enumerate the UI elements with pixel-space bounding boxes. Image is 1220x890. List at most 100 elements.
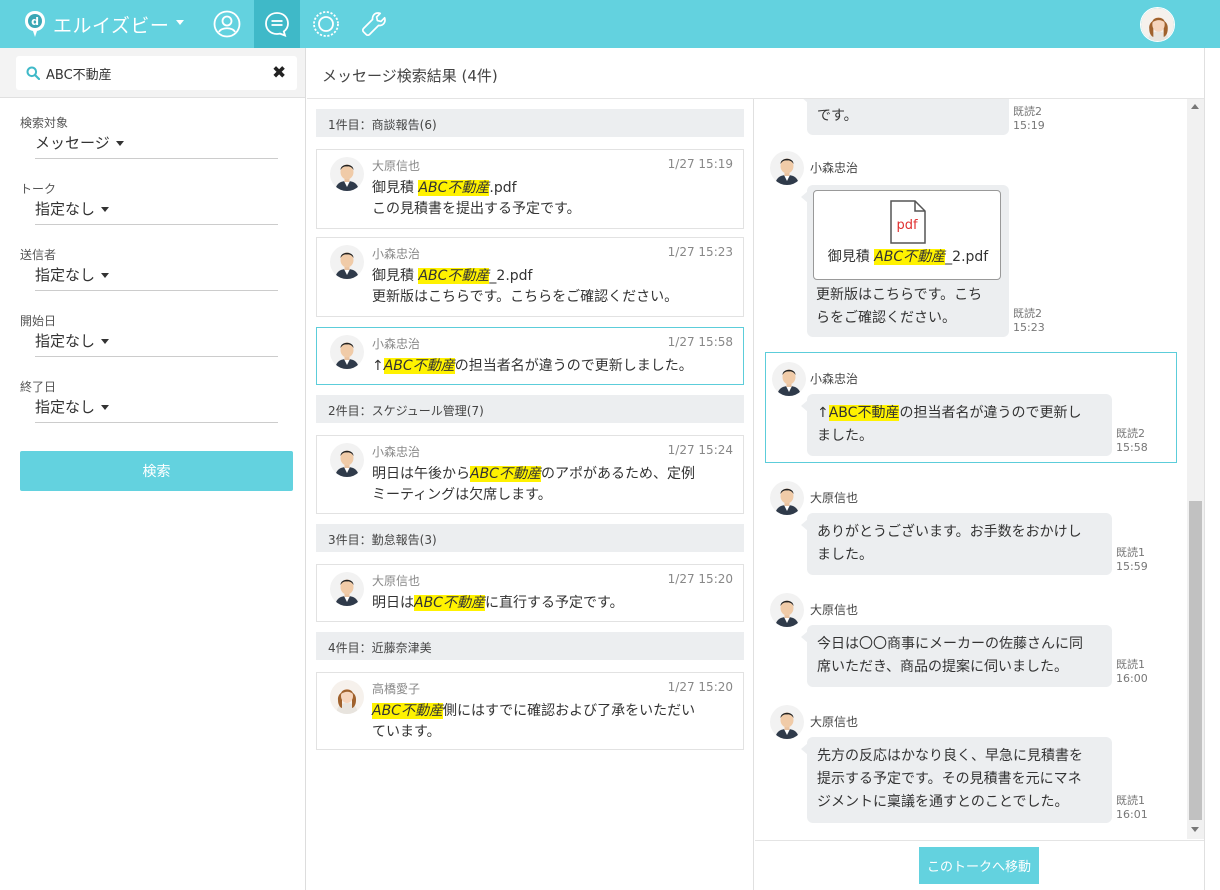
result-time: 1/27 15:20 xyxy=(667,572,733,586)
highlight: ABC不動産 xyxy=(372,703,443,719)
filter-end-date: 終了日 指定なし xyxy=(20,378,278,423)
avatar xyxy=(772,362,806,396)
highlight: ABC不動産 xyxy=(470,466,541,482)
result-text: ABC不動産側にはすでに確認および了承をいただい ています。 xyxy=(372,703,696,740)
avatar xyxy=(770,593,804,627)
filter-sender-select[interactable]: 指定なし xyxy=(35,264,110,285)
result-text: ↑ABC不動産の担当者名が違うので更新しました。 xyxy=(372,358,693,374)
chevron-down-icon xyxy=(115,141,124,146)
message: 小森忠治 pdf 御見積 ABC不動産_2.pdf 更新版はこちらです。こち らを… xyxy=(755,151,1190,341)
conversation-panel: です。 既読2 15:19 小森忠治 pdf 御見積 ABC不動産_2.pdf 更… xyxy=(755,99,1204,890)
result-time: 1/27 15:23 xyxy=(667,245,733,259)
top-bar: d エルイズビー xyxy=(0,0,1220,48)
message: 大原信也 ありがとうございます。お手数をおかけし ました。 既読1 15:59 xyxy=(755,481,1190,581)
filter-label: 終了日 xyxy=(20,380,57,394)
nav-settings[interactable] xyxy=(303,0,349,48)
message-sender: 大原信也 xyxy=(810,715,859,729)
filter-end-date-select[interactable]: 指定なし xyxy=(35,396,110,417)
read-status: 既読1 15:59 xyxy=(1116,546,1148,573)
message-sender: 大原信也 xyxy=(810,603,859,617)
user-avatar[interactable] xyxy=(1140,7,1175,42)
search-input[interactable] xyxy=(46,64,266,82)
filter-label: 送信者 xyxy=(20,248,57,262)
avatar xyxy=(330,572,364,606)
result-sender: 小森忠治 xyxy=(372,337,421,351)
app-logo-icon[interactable]: d xyxy=(24,10,46,38)
result-time: 1/27 15:20 xyxy=(667,680,733,694)
message-bubble: pdf 御見積 ABC不動産_2.pdf 更新版はこちらです。こち らをご確認くだ… xyxy=(801,185,1009,337)
read-status: 既読1 16:01 xyxy=(1116,794,1148,821)
scroll-up-arrow-icon[interactable] xyxy=(1191,104,1199,109)
avatar xyxy=(330,443,364,477)
nav-profile[interactable] xyxy=(204,0,250,48)
message-sender: 小森忠治 xyxy=(810,161,859,175)
nav-chat[interactable] xyxy=(254,0,300,48)
wrench-icon xyxy=(361,12,386,37)
chevron-down-icon[interactable] xyxy=(176,20,184,25)
pdf-attachment[interactable]: pdf 御見積 ABC不動産_2.pdf xyxy=(813,190,1001,280)
result-group-heading[interactable]: 4件目：近藤奈津美 xyxy=(316,632,744,660)
message: 大原信也 先方の反応はかなり良く、早急に見積書を 提示する予定です。その見積書を元… xyxy=(755,705,1190,830)
result-card[interactable]: 大原信也 1/27 15:20 明日はABC不動産に直行する予定です。 xyxy=(316,564,744,622)
pdf-file-name: 御見積 ABC不動産_2.pdf xyxy=(827,249,989,265)
scrollbar-thumb[interactable] xyxy=(1189,501,1202,820)
result-text: 御見積 ABC不動産.pdf この見積書を提出する予定です。 xyxy=(372,180,581,217)
result-sender: 高橋愛子 xyxy=(372,682,421,696)
result-group-heading[interactable]: 2件目：スケジュール管理(7) xyxy=(316,395,744,423)
avatar xyxy=(770,705,804,739)
message-bubble: 先方の反応はかなり良く、早急に見積書を 提示する予定です。その見積書を元にマネ ジメ… xyxy=(801,737,1112,823)
message-sender: 小森忠治 xyxy=(810,372,859,386)
highlight: ABC不動産 xyxy=(828,405,900,421)
filter-talk-select[interactable]: 指定なし xyxy=(35,198,110,219)
svg-text:d: d xyxy=(31,15,39,28)
result-card[interactable]: 大原信也 1/27 15:19 御見積 ABC不動産.pdf この見積書を提出する… xyxy=(316,149,744,229)
result-card[interactable]: 小森忠治 1/27 15:23 御見積 ABC不動産_2.pdf 更新版はこちらで… xyxy=(316,237,744,317)
search-button[interactable]: 検索 xyxy=(20,451,293,491)
result-time: 1/27 15:58 xyxy=(667,335,733,349)
clear-search-icon[interactable]: ✖ xyxy=(272,63,286,83)
filter-label: トーク xyxy=(20,182,57,196)
avatar xyxy=(330,680,364,714)
chat-icon xyxy=(265,12,289,37)
chevron-down-icon xyxy=(101,207,110,212)
filter-start-date: 開始日 指定なし xyxy=(20,312,278,357)
message-selected[interactable]: 小森忠治 ↑ABC不動産の担当者名が違うので更新し ました。 既読2 15:58 xyxy=(755,362,1190,462)
avatar xyxy=(330,157,364,191)
result-time: 1/27 15:24 xyxy=(667,443,733,457)
settings-icon xyxy=(313,11,339,37)
highlight: ABC不動産 xyxy=(418,180,490,196)
search-bar: ✖ xyxy=(0,48,305,98)
result-card[interactable]: 高橋愛子 1/27 15:20 ABC不動産側にはすでに確認および了承をいただい… xyxy=(316,672,744,750)
pdf-file-icon: pdf xyxy=(890,200,926,244)
result-group-heading[interactable]: 1件目：商談報告(6) xyxy=(316,109,744,137)
highlight: ABC不動産 xyxy=(418,268,490,284)
search-box[interactable]: ✖ xyxy=(16,56,297,90)
results-list: 1件目：商談報告(6) 大原信也 1/27 15:19 御見積 ABC不動産.p… xyxy=(307,99,754,890)
result-text: 明日は午後からABC不動産のアポがあるため、定例 ミーティングは欠席します。 xyxy=(372,466,695,503)
scroll-down-arrow-icon[interactable] xyxy=(1191,827,1199,832)
highlight: ABC不動産 xyxy=(414,595,485,611)
nav-tools[interactable] xyxy=(351,0,397,48)
results-header: メッセージ検索結果 (4件) xyxy=(307,48,1204,99)
filter-target-select[interactable]: メッセージ xyxy=(35,132,124,153)
avatar xyxy=(770,151,804,185)
result-time: 1/27 15:19 xyxy=(667,157,733,171)
chevron-down-icon xyxy=(101,405,110,410)
filter-talk: トーク 指定なし xyxy=(20,180,278,225)
result-sender: 小森忠治 xyxy=(372,445,421,459)
search-icon xyxy=(26,66,40,80)
chevron-down-icon xyxy=(101,339,110,344)
read-status: 既読2 15:19 xyxy=(1013,105,1045,132)
highlight: ABC不動産 xyxy=(383,358,455,374)
result-card[interactable]: 小森忠治 1/27 15:24 明日は午後からABC不動産のアポがあるため、定例… xyxy=(316,435,744,514)
filter-sender: 送信者 指定なし xyxy=(20,246,278,291)
message-bubble: です。 xyxy=(801,99,1009,135)
filter-label: 開始日 xyxy=(20,314,57,328)
result-group-heading[interactable]: 3件目：勤怠報告(3) xyxy=(316,524,744,552)
filter-start-date-select[interactable]: 指定なし xyxy=(35,330,110,351)
brand-name[interactable]: エルイズビー xyxy=(53,11,169,38)
go-to-talk-button[interactable]: このトークへ移動 xyxy=(919,847,1039,884)
results-title: メッセージ検索結果 (4件) xyxy=(322,67,498,85)
result-text: 御見積 ABC不動産_2.pdf 更新版はこちらです。こちらをご確認ください。 xyxy=(372,268,679,305)
result-card-selected[interactable]: 小森忠治 1/27 15:58 ↑ABC不動産の担当者名が違うので更新しました。 xyxy=(316,327,744,385)
